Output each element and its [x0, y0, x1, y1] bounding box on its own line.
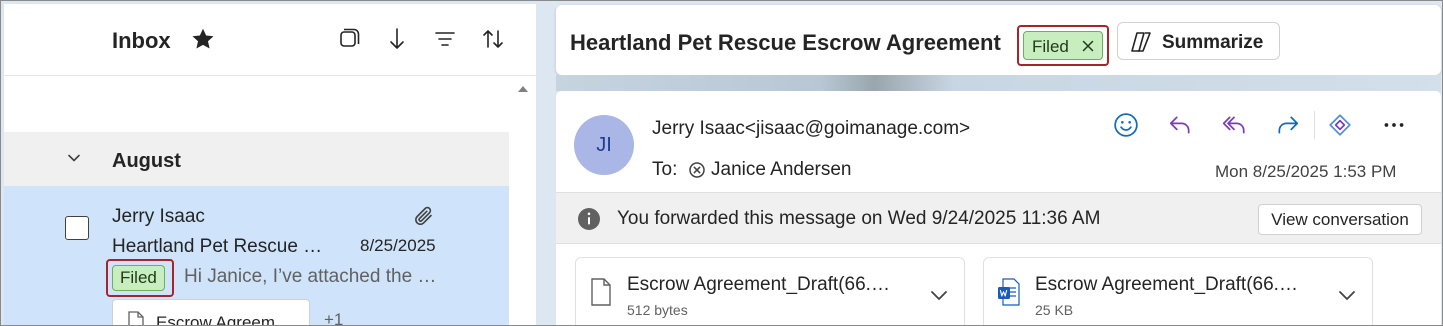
toolbar-divider: [1314, 111, 1315, 139]
message-date: 8/25/2025: [360, 236, 436, 255]
message-sender: Jerry Isaac: [112, 206, 205, 227]
file-icon: [127, 311, 145, 326]
sort-order-icon[interactable]: [478, 24, 508, 54]
attachment-chip-label: Escrow Agreem…: [156, 313, 293, 326]
group-header-august[interactable]: August: [4, 132, 509, 186]
background-image-strip: [556, 75, 1441, 91]
reply-icon[interactable]: [1164, 109, 1196, 141]
category-tag[interactable]: Filed: [112, 265, 165, 291]
reply-all-icon[interactable]: [1218, 109, 1250, 141]
message-checkbox[interactable]: [65, 216, 89, 240]
list-item[interactable]: Jerry Isaac Heartland Pet Rescue … 8/25/…: [4, 186, 509, 326]
filter-icon[interactable]: [430, 24, 460, 54]
sender-address[interactable]: Jerry Isaac<jisaac@goimanage.com>: [652, 118, 970, 140]
to-label: To:: [652, 159, 678, 180]
recipient-name[interactable]: Janice Andersen: [711, 159, 852, 181]
category-tag[interactable]: Filed: [1023, 31, 1103, 60]
forward-info-bar: You forwarded this message on Wed 9/24/2…: [556, 192, 1441, 244]
sent-date: Mon 8/25/2025 1:53 PM: [1215, 162, 1397, 181]
message-subject: Heartland Pet Rescue …: [112, 236, 323, 257]
more-attachments-count: +1: [324, 310, 344, 326]
more-icon[interactable]: [1378, 109, 1410, 141]
attachment-size: 512 bytes: [627, 302, 688, 318]
attachment-name: Escrow Agreement_Draft(66.…: [1035, 274, 1298, 295]
chevron-down-icon[interactable]: [928, 284, 950, 306]
star-icon[interactable]: [190, 26, 216, 52]
message-list: August Jerry Isaac Heartland Pet Rescue …: [4, 76, 509, 326]
sort-down-icon[interactable]: [382, 24, 412, 54]
reading-subject: Heartland Pet Rescue Escrow Agreement: [570, 30, 1001, 55]
view-conversation-button[interactable]: View conversation: [1258, 204, 1422, 235]
copilot-icon: [1128, 30, 1154, 54]
select-mode-icon[interactable]: [334, 24, 364, 54]
summarize-label: Summarize: [1162, 32, 1264, 53]
attachment-card[interactable]: Escrow Agreement_Draft(66.… 25 KB: [983, 257, 1373, 326]
summarize-button[interactable]: Summarize: [1117, 22, 1280, 60]
chevron-down-icon[interactable]: [66, 150, 82, 166]
word-doc-icon: [998, 278, 1020, 306]
paperclip-icon: [412, 204, 436, 228]
chevron-down-icon[interactable]: [1336, 284, 1358, 306]
message-list-pane: Inbox August Jerry Isaac Heartland Pet R…: [4, 4, 536, 326]
list-spacer: [4, 76, 509, 132]
recipient-status-icon: [688, 161, 706, 179]
attachment-name: Escrow Agreement_Draft(66.…: [627, 274, 890, 295]
group-label: August: [112, 150, 181, 172]
scrollbar[interactable]: [509, 76, 536, 326]
emoji-icon[interactable]: [1110, 109, 1142, 141]
message-list-header: Inbox: [4, 4, 536, 76]
folder-title: Inbox: [112, 28, 171, 53]
reading-subject-bar: Heartland Pet Rescue Escrow Agreement Fi…: [556, 5, 1441, 75]
forward-icon[interactable]: [1272, 109, 1304, 141]
file-icon: [590, 278, 612, 306]
scroll-up-arrow-icon[interactable]: [518, 86, 528, 92]
attachment-card[interactable]: Escrow Agreement_Draft(66.… 512 bytes: [575, 257, 965, 326]
remove-tag-icon[interactable]: [1080, 38, 1096, 54]
avatar[interactable]: JI: [574, 115, 634, 175]
attachment-chip[interactable]: Escrow Agreem…: [112, 299, 310, 326]
category-tag-label: Filed: [1032, 37, 1069, 56]
attachment-size: 25 KB: [1035, 302, 1074, 318]
forward-info-text: You forwarded this message on Wed 9/24/2…: [617, 208, 1101, 229]
copilot-icon[interactable]: [1324, 109, 1356, 141]
info-icon: [577, 207, 601, 231]
message-card: JI Jerry Isaac<jisaac@goimanage.com> To:…: [556, 91, 1441, 326]
message-preview: Hi Janice, I’ve attached the …: [184, 266, 437, 287]
